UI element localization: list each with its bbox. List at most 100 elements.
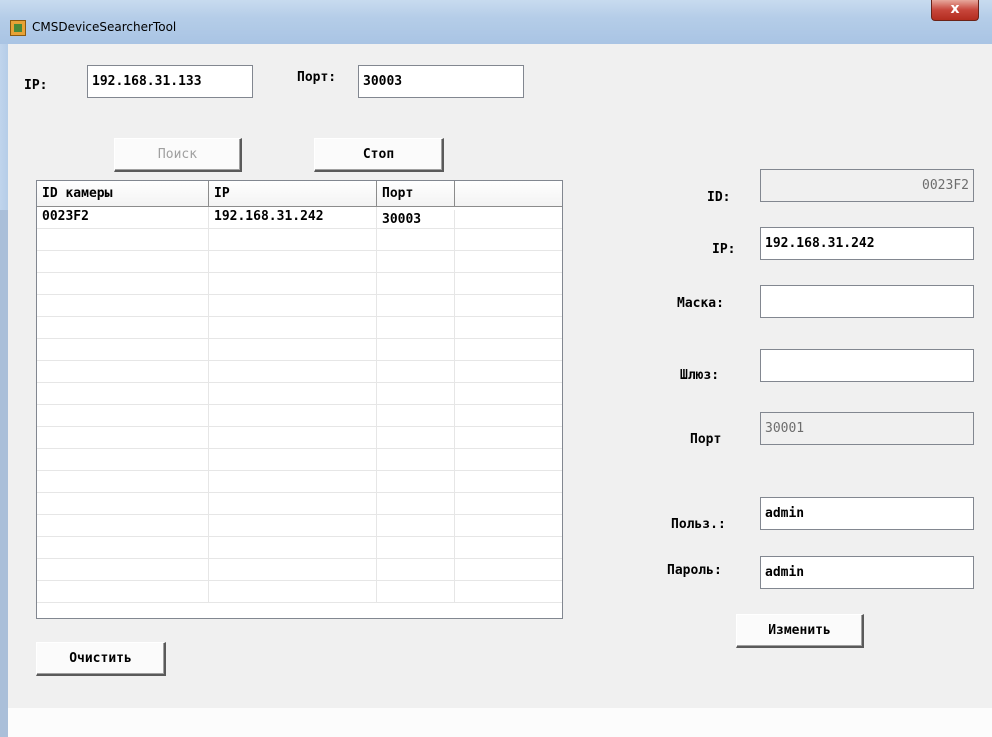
app-icon (10, 20, 26, 36)
empty-table-row (37, 515, 562, 537)
empty-cell (37, 229, 209, 251)
device-list-header: ID камеры IP Порт (37, 181, 562, 207)
empty-cell (377, 295, 455, 317)
empty-cell (455, 449, 562, 471)
empty-cell (209, 559, 377, 581)
empty-cell (377, 251, 455, 273)
empty-cell (377, 537, 455, 559)
empty-cell (37, 273, 209, 295)
empty-cell (209, 383, 377, 405)
empty-cell (377, 383, 455, 405)
empty-cell (377, 493, 455, 515)
detail-port-label: Порт (690, 432, 722, 447)
empty-cell (37, 581, 209, 603)
empty-cell (37, 537, 209, 559)
empty-cell (37, 317, 209, 339)
empty-cell (37, 339, 209, 361)
empty-table-row (37, 427, 562, 449)
gateway-input[interactable] (760, 349, 974, 382)
empty-table-row (37, 317, 562, 339)
empty-table-row (37, 493, 562, 515)
empty-cell (209, 449, 377, 471)
empty-cell (37, 427, 209, 449)
table-row[interactable]: 0023F2 192.168.31.242 30003 (37, 207, 562, 232)
empty-table-row (37, 449, 562, 471)
user-input[interactable]: admin (760, 497, 974, 530)
empty-cell (37, 559, 209, 581)
empty-cell (377, 581, 455, 603)
empty-cell (455, 405, 562, 427)
empty-cell (377, 515, 455, 537)
detail-port-field[interactable]: 30001 (760, 412, 974, 445)
empty-cell (377, 559, 455, 581)
title-bar[interactable]: CMSDeviceSearcherTool x (0, 0, 992, 44)
search-button[interactable]: Поиск (114, 138, 242, 172)
empty-cell (209, 515, 377, 537)
empty-cell (37, 251, 209, 273)
column-header-ip[interactable]: IP (209, 181, 377, 207)
empty-cell (455, 581, 562, 603)
empty-cell (209, 295, 377, 317)
port-label: Порт: (297, 70, 337, 85)
empty-table-row (37, 251, 562, 273)
mask-input[interactable] (760, 285, 974, 318)
empty-cell (377, 317, 455, 339)
empty-table-row (37, 383, 562, 405)
empty-table-row (37, 295, 562, 317)
empty-table-row (37, 471, 562, 493)
empty-cell (455, 427, 562, 449)
empty-cell (209, 471, 377, 493)
empty-cell (209, 405, 377, 427)
id-field[interactable]: 0023F2 (760, 169, 974, 202)
empty-cell (377, 427, 455, 449)
empty-cell (455, 471, 562, 493)
empty-table-row (37, 229, 562, 251)
empty-table-row (37, 273, 562, 295)
empty-cell (209, 251, 377, 273)
empty-cell (377, 273, 455, 295)
column-header-camera-id[interactable]: ID камеры (37, 181, 209, 207)
empty-cell (377, 361, 455, 383)
detail-ip-input[interactable]: 192.168.31.242 (760, 227, 974, 260)
device-list[interactable]: ID камеры IP Порт 0023F2 192.168.31.242 … (36, 180, 563, 619)
empty-table-row (37, 361, 562, 383)
column-header-port[interactable]: Порт (377, 181, 455, 207)
password-input[interactable]: admin (760, 556, 974, 589)
empty-table-row (37, 537, 562, 559)
empty-cell (209, 229, 377, 251)
stop-button[interactable]: Стоп (314, 138, 444, 172)
empty-cell (209, 273, 377, 295)
id-label: ID: (707, 190, 731, 205)
user-label: Польз.: (671, 517, 726, 532)
empty-cell (455, 383, 562, 405)
mask-label: Маска: (677, 296, 724, 311)
empty-cell (455, 361, 562, 383)
empty-cell (455, 559, 562, 581)
search-port-input[interactable]: 30003 (358, 65, 524, 98)
window-title: CMSDeviceSearcherTool (32, 20, 177, 34)
empty-cell (209, 339, 377, 361)
change-button[interactable]: Изменить (736, 614, 864, 648)
column-header-empty[interactable] (455, 181, 562, 207)
close-button[interactable]: x (931, 0, 979, 21)
ip-label: IP: (24, 78, 48, 93)
empty-cell (455, 317, 562, 339)
empty-cell (377, 339, 455, 361)
detail-ip-label: IP: (712, 242, 736, 257)
password-label: Пароль: (667, 563, 722, 578)
cell-ip: 192.168.31.242 (209, 207, 377, 229)
clear-button[interactable]: Очистить (36, 642, 166, 676)
cell-camera-id: 0023F2 (37, 207, 209, 229)
app-window: CMSDeviceSearcherTool x IP: 192.168.31.1… (0, 0, 992, 737)
empty-cell (37, 515, 209, 537)
empty-cell (377, 229, 455, 251)
empty-cell (37, 405, 209, 427)
empty-table-row (37, 559, 562, 581)
empty-cell (455, 251, 562, 273)
empty-cell (455, 537, 562, 559)
cell-empty (455, 207, 562, 229)
empty-cell (455, 493, 562, 515)
empty-cell (37, 449, 209, 471)
search-ip-input[interactable]: 192.168.31.133 (87, 65, 253, 98)
empty-table-row (37, 581, 562, 603)
